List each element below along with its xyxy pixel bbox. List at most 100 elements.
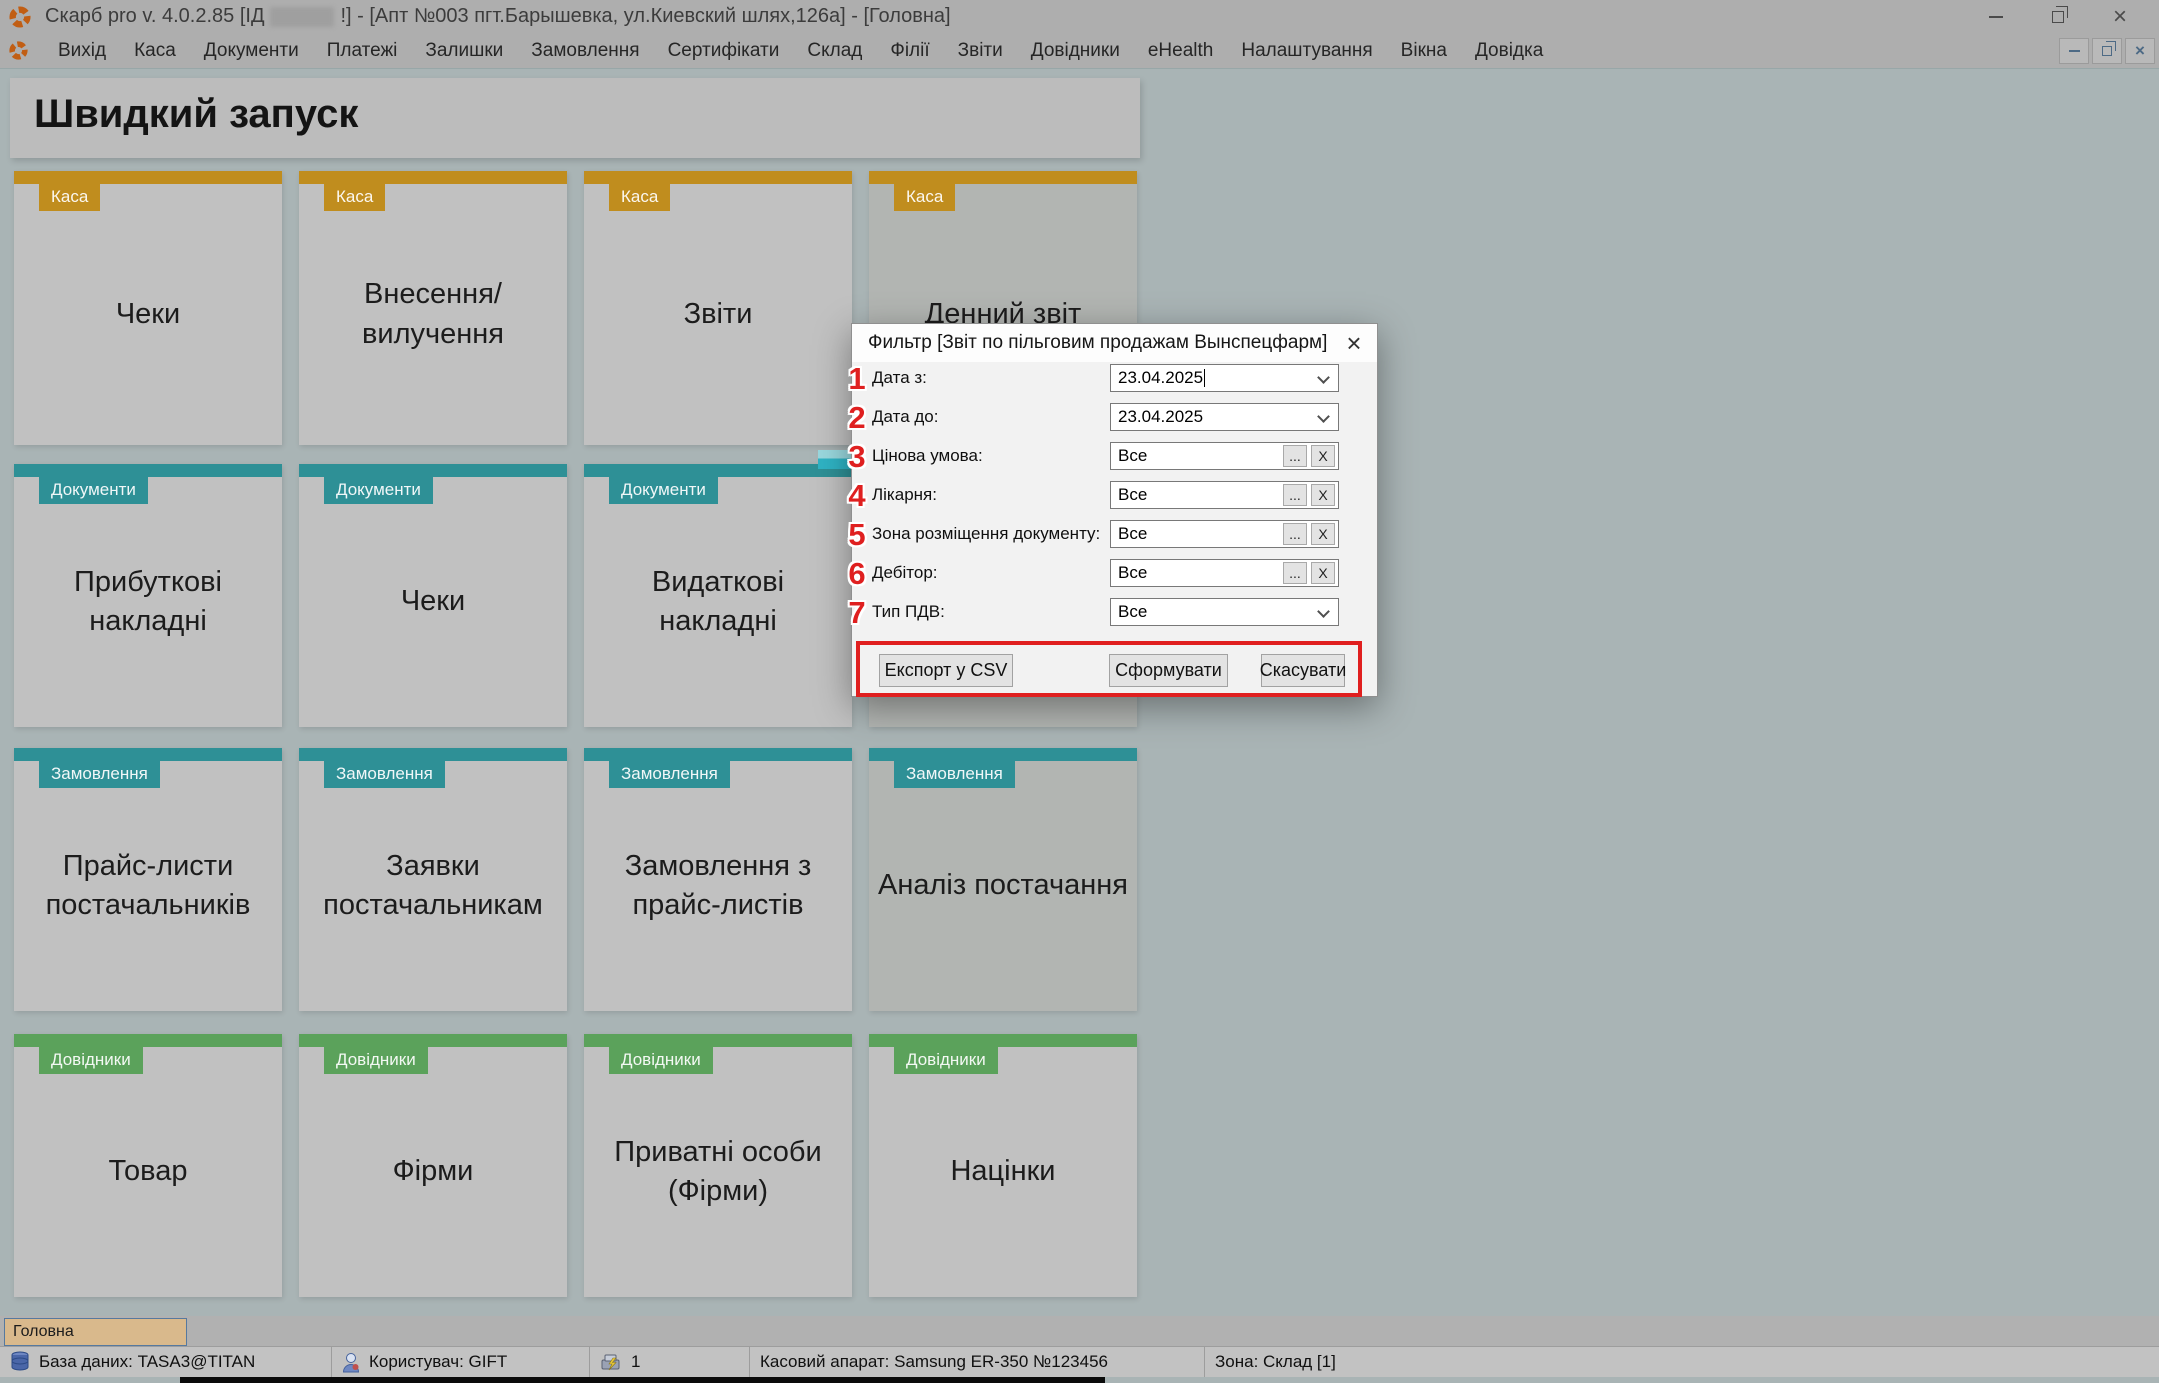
menu-item[interactable]: Сертифікати (654, 35, 794, 67)
app-logo-icon (9, 6, 31, 28)
tile-label: Прайс-листи постачальників (14, 761, 282, 1011)
field-buttons: ... X (1283, 484, 1335, 506)
tile-label: Приватні особи (Фірми) (584, 1047, 852, 1297)
quick-launch-title: Швидкий запуск (34, 92, 1140, 137)
mdi-restore-button[interactable] (2092, 38, 2122, 64)
menu-item[interactable]: Довідка (1461, 35, 1557, 67)
annotation-number: 4 (842, 478, 872, 514)
quick-launch-tile[interactable]: Довідники Фірми (299, 1034, 567, 1297)
annotation-number: 6 (842, 556, 872, 592)
annotation-number: 3 (842, 439, 872, 475)
field-label: Тип ПДВ: (872, 598, 945, 626)
window-close-button[interactable]: × (2089, 0, 2151, 33)
tile-category-bar (14, 464, 282, 477)
dropdown-chevron-icon[interactable] (1317, 371, 1330, 384)
dialog-close-button[interactable]: × (1331, 324, 1377, 362)
database-icon (10, 1351, 30, 1373)
menu-item[interactable]: Залишки (411, 35, 517, 67)
annotation-number: 5 (842, 517, 872, 553)
quick-launch-tile[interactable]: Замовлення Замовлення з прайс-листів (584, 748, 852, 1011)
browse-button[interactable]: ... (1283, 445, 1307, 467)
field-label: Дата з: (872, 364, 927, 392)
menu-item[interactable]: Вихід (44, 35, 120, 67)
filter-row: 5 Зона розміщення документу: Все ... X (872, 520, 1361, 548)
status-database-text: База даних: TASA3@TITAN (39, 1352, 255, 1372)
tile-label: Аналіз постачання (869, 761, 1137, 1011)
tile-category-bar (14, 1034, 282, 1047)
field-input[interactable]: Все ... X (1110, 559, 1339, 587)
filter-row: 7 Тип ПДВ: Все ... X (872, 598, 1361, 626)
menu-item[interactable]: Документи (190, 35, 313, 67)
field-input[interactable]: Все ... X (1110, 481, 1339, 509)
generate-button[interactable]: Сформувати (1109, 654, 1228, 687)
menu-item[interactable]: Філії (876, 35, 943, 67)
quick-launch-tile[interactable]: Довідники Націнки (869, 1034, 1137, 1297)
field-input[interactable]: 23.04.2025 ... X (1110, 403, 1339, 431)
menu-item[interactable]: Каса (120, 35, 190, 67)
quick-launch-tile[interactable]: Документи Прибуткові накладні (14, 464, 282, 727)
taskbar-edge (180, 1377, 1105, 1383)
filter-row: 3 Цінова умова: Все ... X (872, 442, 1361, 470)
quick-launch-tile[interactable]: Замовлення Аналіз постачання (869, 748, 1137, 1011)
tab-holovna[interactable]: Головна (4, 1318, 187, 1346)
menu-item[interactable]: Вікна (1387, 35, 1461, 67)
tile-category-bar (584, 1034, 852, 1047)
tile-label: Чеки (299, 477, 567, 727)
field-input[interactable]: Все ... X (1110, 598, 1339, 626)
restore-icon (2052, 11, 2064, 23)
menu-item[interactable]: Замовлення (517, 35, 653, 67)
field-value: 23.04.2025 (1118, 365, 1205, 391)
dropdown-chevron-icon[interactable] (1317, 605, 1330, 618)
field-input[interactable]: 23.04.2025 ... X (1110, 364, 1339, 392)
browse-button[interactable]: ... (1283, 523, 1307, 545)
mdi-minimize-button[interactable] (2059, 38, 2089, 64)
mdi-close-button[interactable]: × (2125, 38, 2155, 64)
quick-launch-tile[interactable]: Довідники Приватні особи (Фірми) (584, 1034, 852, 1297)
field-value: Все (1118, 482, 1147, 508)
field-value: Все (1118, 599, 1147, 625)
tile-label: Звіти (584, 184, 852, 445)
tile-label: Заявки постачальникам (299, 761, 567, 1011)
browse-button[interactable]: ... (1283, 484, 1307, 506)
field-value: 23.04.2025 (1118, 404, 1203, 430)
quick-launch-tile[interactable]: Каса Звіти (584, 171, 852, 445)
cancel-button[interactable]: Скасувати (1261, 654, 1345, 687)
dialog-titlebar[interactable]: Фильтр [Звіт по пільговим продажам Вынсп… (852, 324, 1377, 362)
status-cash-register-text: Касовий апарат: Samsung ER-350 №123456 (760, 1352, 1108, 1372)
menu-item[interactable]: Довідники (1017, 35, 1134, 67)
tile-category-bar (584, 171, 852, 184)
menu-item[interactable]: Платежі (313, 35, 412, 67)
quick-launch-tile[interactable]: Документи Видаткові накладні (584, 464, 852, 727)
menu-item[interactable]: eHealth (1134, 35, 1228, 67)
status-register-count: 1 (590, 1347, 750, 1377)
annotation-number: 7 (842, 595, 872, 631)
quick-launch-tile[interactable]: Замовлення Прайс-листи постачальників (14, 748, 282, 1011)
window-minimize-button[interactable] (1965, 0, 2027, 33)
dropdown-chevron-icon[interactable] (1317, 410, 1330, 423)
window-restore-button[interactable] (2027, 0, 2089, 33)
quick-launch-tile[interactable]: Документи Чеки (299, 464, 567, 727)
clear-button[interactable]: X (1311, 523, 1335, 545)
tile-label: Чеки (14, 184, 282, 445)
quick-launch-tile[interactable]: Каса Внесення/вилучення (299, 171, 567, 445)
clear-button[interactable]: X (1311, 445, 1335, 467)
browse-button[interactable]: ... (1283, 562, 1307, 584)
tile-category-bar (14, 748, 282, 761)
quick-launch-tile[interactable]: Замовлення Заявки постачальникам (299, 748, 567, 1011)
quick-launch-tile[interactable]: Довідники Товар (14, 1034, 282, 1297)
menu-item[interactable]: Звіти (944, 35, 1017, 67)
menu-items: Вихід Каса Документи Платежі Залишки Зам… (44, 35, 1557, 67)
tile-row: Довідники Товар Довідники Фірми Довідник… (14, 1034, 1137, 1297)
clear-button[interactable]: X (1311, 562, 1335, 584)
status-register-count-text: 1 (631, 1352, 640, 1372)
quick-launch-panel: Швидкий запуск (10, 78, 1140, 158)
export-csv-button[interactable]: Експорт у CSV (879, 654, 1013, 687)
menu-item[interactable]: Налаштування (1227, 35, 1386, 67)
field-value: Все (1118, 560, 1147, 586)
field-input[interactable]: Все ... X (1110, 442, 1339, 470)
field-buttons: ... X (1283, 523, 1335, 545)
clear-button[interactable]: X (1311, 484, 1335, 506)
quick-launch-tile[interactable]: Каса Чеки (14, 171, 282, 445)
menu-item[interactable]: Склад (793, 35, 876, 67)
field-input[interactable]: Все ... X (1110, 520, 1339, 548)
